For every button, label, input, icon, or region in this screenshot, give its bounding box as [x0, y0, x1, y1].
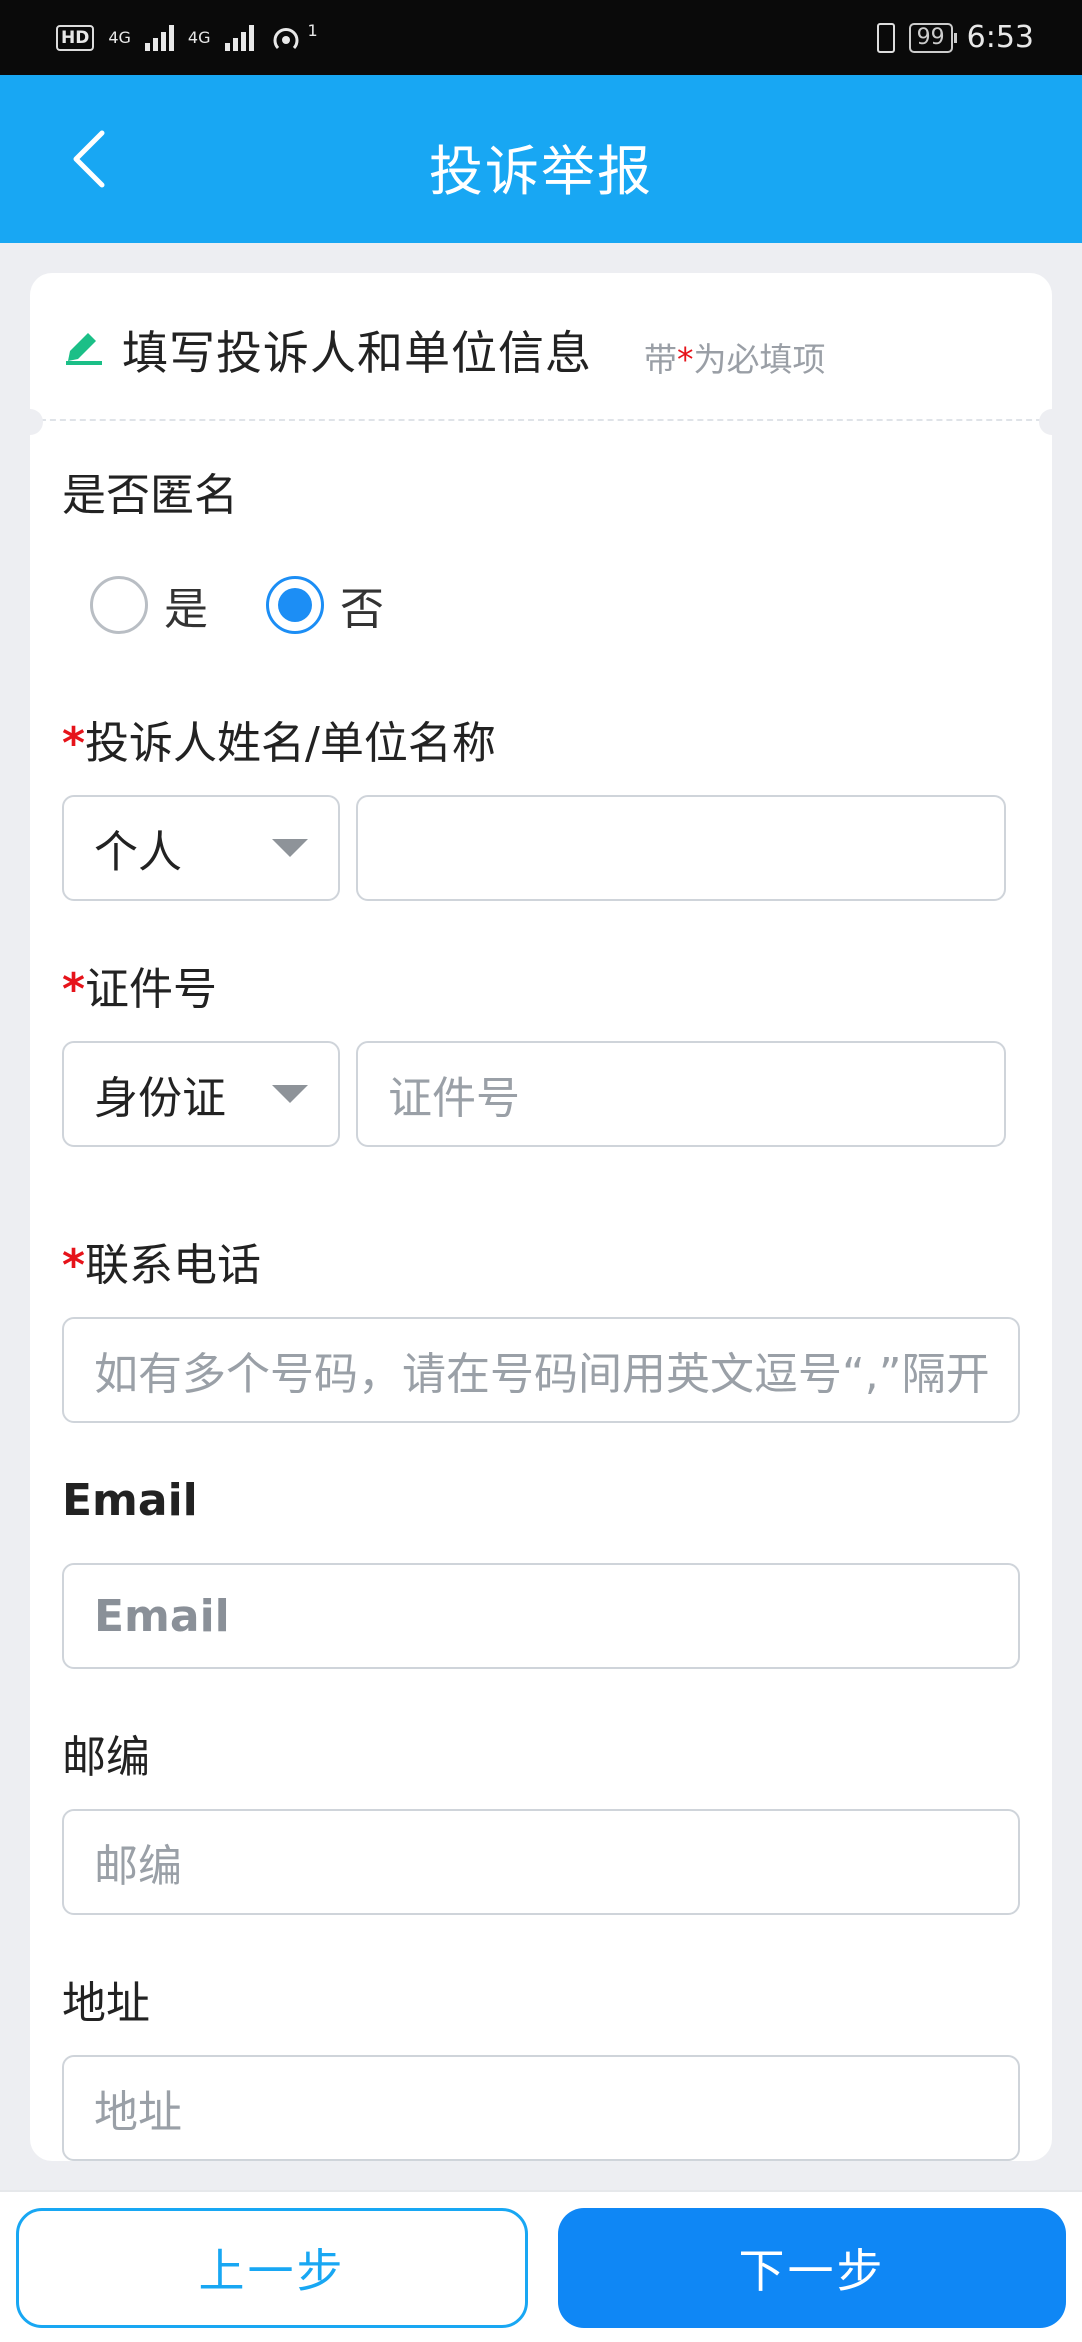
status-bar: HD 4G 4G 1 99 6:53: [0, 0, 1082, 75]
id-number-input[interactable]: 证件号: [356, 1041, 1006, 1147]
vibrate-icon: [876, 22, 895, 53]
card-notch-right: [1039, 409, 1065, 435]
radio-anonymous-no[interactable]: 否: [266, 573, 384, 637]
section-header: 填写投诉人和单位信息 带*为必填项: [30, 273, 1052, 421]
phone-input[interactable]: 如有多个号码，请在号码间用英文逗号“,”隔开: [62, 1317, 1020, 1423]
id-number-label: *证件号: [62, 964, 218, 1015]
form-card: 填写投诉人和单位信息 带*为必填项 是否匿名 是 否 *投诉人姓名/单位名称 个…: [17, 273, 1065, 2161]
email-placeholder: Email: [94, 1590, 230, 1642]
phone-label: *联系电话: [62, 1240, 262, 1291]
dropdown-caret-icon: [272, 1085, 308, 1103]
status-time: 6:53: [966, 20, 1034, 55]
signal-bars-icon: [144, 24, 174, 51]
required-hint: 带*为必填项: [644, 340, 826, 379]
radio-label-no: 否: [340, 584, 384, 635]
id-number-placeholder: 证件号: [388, 1073, 520, 1124]
bottom-action-bar: 上一步 下一步: [0, 2190, 1082, 2342]
hotspot-icon: [273, 27, 298, 49]
postcode-input[interactable]: 邮编: [62, 1809, 1020, 1915]
complainant-type-select[interactable]: 个人: [62, 795, 340, 901]
address-placeholder: 地址: [94, 2087, 182, 2138]
postcode-placeholder: 邮编: [94, 1841, 182, 1892]
status-left: HD 4G 4G 1: [56, 21, 318, 54]
email-input[interactable]: Email: [62, 1563, 1020, 1669]
radio-circle: [90, 576, 148, 634]
complainant-type-value: 个人: [94, 827, 182, 878]
hd-badge: HD: [56, 24, 95, 51]
status-right: 99 6:53: [876, 20, 1034, 55]
edit-icon: [66, 333, 102, 365]
email-label: Email: [62, 1475, 198, 1526]
address-input[interactable]: 地址: [62, 2055, 1020, 2161]
id-type-select[interactable]: 身份证: [62, 1041, 340, 1147]
radio-label-yes: 是: [164, 584, 208, 635]
battery-icon: 99: [908, 22, 957, 53]
section-title: 填写投诉人和单位信息: [122, 326, 592, 380]
app-header: 投诉举报: [0, 75, 1082, 243]
radio-anonymous-yes[interactable]: 是: [90, 573, 208, 637]
previous-step-button[interactable]: 上一步: [16, 2208, 528, 2328]
signal-4g-2: 4G: [187, 27, 211, 47]
anonymous-label: 是否匿名: [62, 470, 238, 521]
complainant-name-input[interactable]: [356, 795, 1006, 901]
page-title: 投诉举报: [429, 140, 653, 203]
signal-4g-1: 4G: [108, 27, 131, 47]
id-type-value: 身份证: [94, 1073, 226, 1124]
address-label: 地址: [62, 1978, 150, 2029]
signal-bars-icon: [224, 24, 254, 51]
phone-placeholder: 如有多个号码，请在号码间用英文逗号“,”隔开: [94, 1349, 990, 1400]
radio-circle-selected: [266, 576, 324, 634]
hotspot-badge: 1: [307, 21, 318, 40]
postcode-label: 邮编: [62, 1732, 150, 1783]
next-step-button[interactable]: 下一步: [558, 2208, 1066, 2328]
dropdown-caret-icon: [272, 839, 308, 857]
name-label: *投诉人姓名/单位名称: [62, 718, 496, 769]
card-notch-left: [17, 409, 43, 435]
